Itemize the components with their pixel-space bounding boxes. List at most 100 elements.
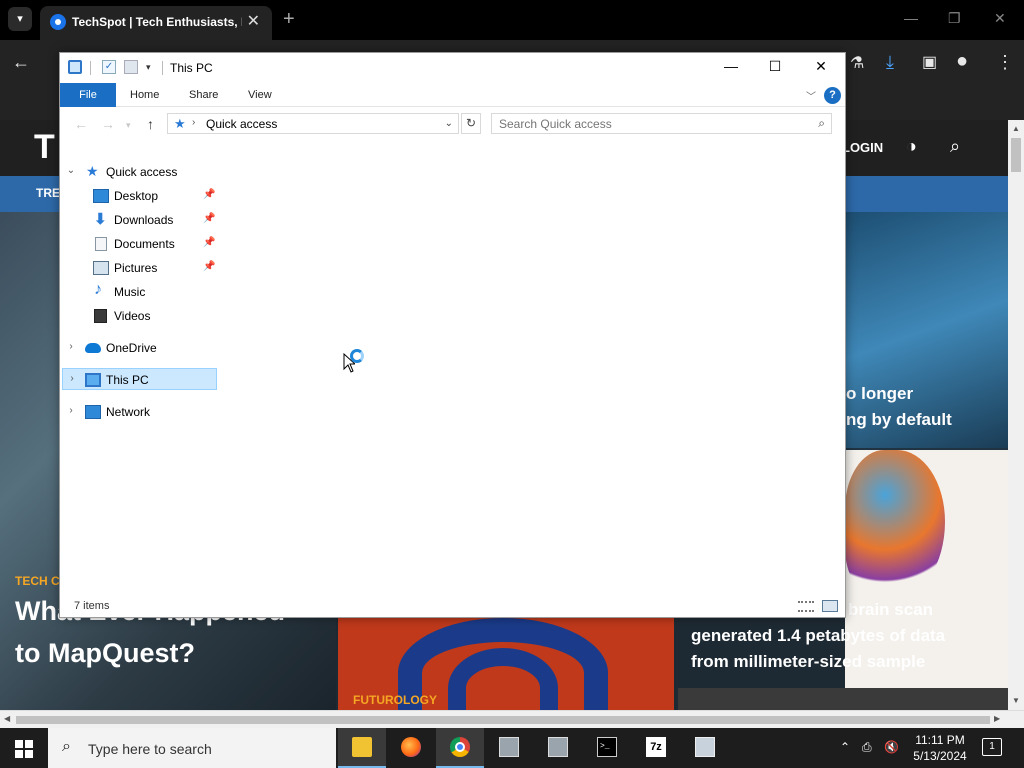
theme-toggle-icon[interactable]: ◑ <box>906 136 917 157</box>
login-link[interactable]: LOGIN <box>842 140 883 155</box>
tree-item-network[interactable]: › Network <box>60 401 216 423</box>
article-image-right-bottom[interactable] <box>678 688 1008 710</box>
article-headline[interactable]: generated 1.4 petabytes of data <box>691 626 945 646</box>
search-box[interactable]: ⌕ <box>491 113 832 134</box>
maximize-icon[interactable]: ☐ <box>760 58 790 75</box>
explorer-title-bar[interactable]: ✓ ▾ This PC — ☐ ✕ <box>60 53 845 83</box>
nav-item-trending[interactable]: TRE <box>36 186 60 200</box>
taskbar-7zip[interactable]: 7z <box>632 728 680 768</box>
chevron-right-icon[interactable]: › <box>64 405 78 416</box>
pictures-icon <box>93 261 109 275</box>
videos-icon <box>94 309 107 323</box>
chevron-right-icon[interactable]: › <box>65 373 79 384</box>
horizontal-scroll-thumb[interactable] <box>16 716 990 724</box>
start-button[interactable] <box>0 728 48 768</box>
tree-item-label: Desktop <box>114 189 159 203</box>
tree-item-label: Network <box>106 405 151 419</box>
tab-close-icon[interactable]: ✕ <box>247 11 260 31</box>
tree-item-music[interactable]: ♪ Music <box>60 281 216 303</box>
scroll-down-icon[interactable]: ▼ <box>1012 696 1020 705</box>
browser-tab[interactable]: TechSpot | Tech Enthusiasts, Po ✕ <box>40 6 272 40</box>
menu-kebab-icon[interactable]: ⋮ <box>996 52 1014 73</box>
site-logo[interactable]: T <box>34 128 55 167</box>
taskbar-file-explorer[interactable] <box>338 728 386 768</box>
ribbon-tab-home[interactable]: Home <box>130 89 159 101</box>
scroll-left-icon[interactable]: ◀ <box>4 714 10 723</box>
article-headline[interactable]: ng by default <box>846 410 952 430</box>
tree-item-videos[interactable]: Videos <box>60 305 216 327</box>
browser-restore-icon[interactable]: ❐ <box>948 10 961 27</box>
large-icons-view-icon[interactable] <box>822 600 838 612</box>
article-headline[interactable]: o longer <box>846 384 913 404</box>
this-pc-icon <box>68 60 82 74</box>
taskbar-firefox[interactable] <box>387 728 435 768</box>
back-arrow-icon[interactable]: ← <box>12 52 30 73</box>
show-hidden-icons-icon[interactable]: ⌃ <box>840 740 850 754</box>
article-headline[interactable]: brain scan <box>848 600 933 620</box>
ribbon-tab-file[interactable]: File <box>60 83 116 107</box>
taskbar-virtualbox[interactable] <box>485 728 533 768</box>
scroll-right-icon[interactable]: ▶ <box>994 714 1000 723</box>
back-arrow-icon[interactable]: ← <box>74 116 88 132</box>
address-bar[interactable]: ★ › Quick access ⌄ <box>167 113 459 134</box>
expand-ribbon-icon[interactable]: ﹀ <box>806 88 816 103</box>
page-vertical-scrollbar[interactable]: ▲ ▼ <box>1008 120 1024 710</box>
windows-logo-icon <box>25 740 33 748</box>
help-icon[interactable]: ? <box>824 87 841 104</box>
side-panel-icon[interactable]: ▣ <box>922 52 937 72</box>
item-count: 7 items <box>74 600 110 612</box>
address-history-icon[interactable]: ⌄ <box>445 118 453 129</box>
brain-scan-illustration <box>845 450 945 600</box>
search-input[interactable] <box>492 114 802 133</box>
scroll-up-icon[interactable]: ▲ <box>1012 124 1020 133</box>
taskbar-chrome[interactable] <box>436 728 484 768</box>
tree-item-pictures[interactable]: Pictures 📌 <box>60 257 216 279</box>
vertical-scroll-thumb[interactable] <box>1011 138 1021 172</box>
network-tray-icon[interactable]: ⎙ <box>862 740 872 755</box>
tree-item-quick-access[interactable]: ⌄ ★ Quick access <box>60 161 216 183</box>
taskbar-package-tool[interactable] <box>534 728 582 768</box>
tree-item-label: Downloads <box>114 213 174 227</box>
details-view-icon[interactable] <box>798 601 814 612</box>
taskbar-search[interactable]: ⌕ Type here to search <box>48 728 336 768</box>
taskbar-command-prompt[interactable]: >_ <box>583 728 631 768</box>
up-arrow-icon[interactable]: ↑ <box>147 116 154 132</box>
browser-close-icon[interactable]: ✕ <box>994 10 1006 27</box>
documents-icon <box>95 237 107 251</box>
tree-item-this-pc[interactable]: › This PC <box>62 368 217 390</box>
volume-muted-icon[interactable]: 🔇 <box>884 740 899 754</box>
close-icon[interactable]: ✕ <box>806 58 836 75</box>
refresh-icon[interactable]: ↻ <box>461 113 481 134</box>
chevron-right-icon[interactable]: › <box>64 341 78 352</box>
taskbar-server-manager[interactable] <box>681 728 729 768</box>
new-tab-button[interactable]: + <box>283 8 295 31</box>
profile-avatar-icon[interactable]: ● <box>956 50 968 73</box>
minimize-icon[interactable]: — <box>716 58 746 74</box>
article-tag[interactable]: TECH C <box>15 574 60 588</box>
site-search-icon[interactable]: ⌕ <box>950 136 960 157</box>
new-folder-icon[interactable] <box>124 60 138 74</box>
recent-locations-icon[interactable]: ▾ <box>126 120 131 131</box>
labs-flask-icon[interactable]: ⚗ <box>850 53 864 73</box>
tree-item-desktop[interactable]: Desktop 📌 <box>60 185 216 207</box>
forward-arrow-icon[interactable]: → <box>101 116 115 132</box>
ribbon-tab-view[interactable]: View <box>248 89 272 101</box>
article-headline[interactable]: from millimeter-sized sample <box>691 652 925 672</box>
ribbon-tab-share[interactable]: Share <box>189 89 218 101</box>
tree-item-downloads[interactable]: ⬇ Downloads 📌 <box>60 209 216 231</box>
chevron-down-icon[interactable]: ⌄ <box>64 165 78 176</box>
breadcrumb-chevron-icon[interactable]: › <box>192 117 195 128</box>
tree-item-documents[interactable]: Documents 📌 <box>60 233 216 255</box>
windows-logo-icon <box>25 750 33 758</box>
customize-qat-icon[interactable]: ▾ <box>146 62 160 76</box>
downloads-icon[interactable]: ⤓ <box>886 52 894 73</box>
clock[interactable]: 11:11 PM 5/13/2024 <box>905 732 975 764</box>
notifications-icon[interactable]: 1 <box>982 738 1002 756</box>
tree-item-onedrive[interactable]: › OneDrive <box>60 337 216 359</box>
article-headline[interactable]: to MapQuest? <box>15 638 195 669</box>
browser-minimize-icon[interactable]: — <box>904 10 918 26</box>
properties-icon[interactable]: ✓ <box>102 60 116 74</box>
article-tag[interactable]: FUTUROLOGY <box>353 693 437 707</box>
page-horizontal-scrollbar[interactable]: ◀ ▶ <box>0 710 1024 728</box>
tab-search-button[interactable]: ▾ <box>8 7 32 31</box>
